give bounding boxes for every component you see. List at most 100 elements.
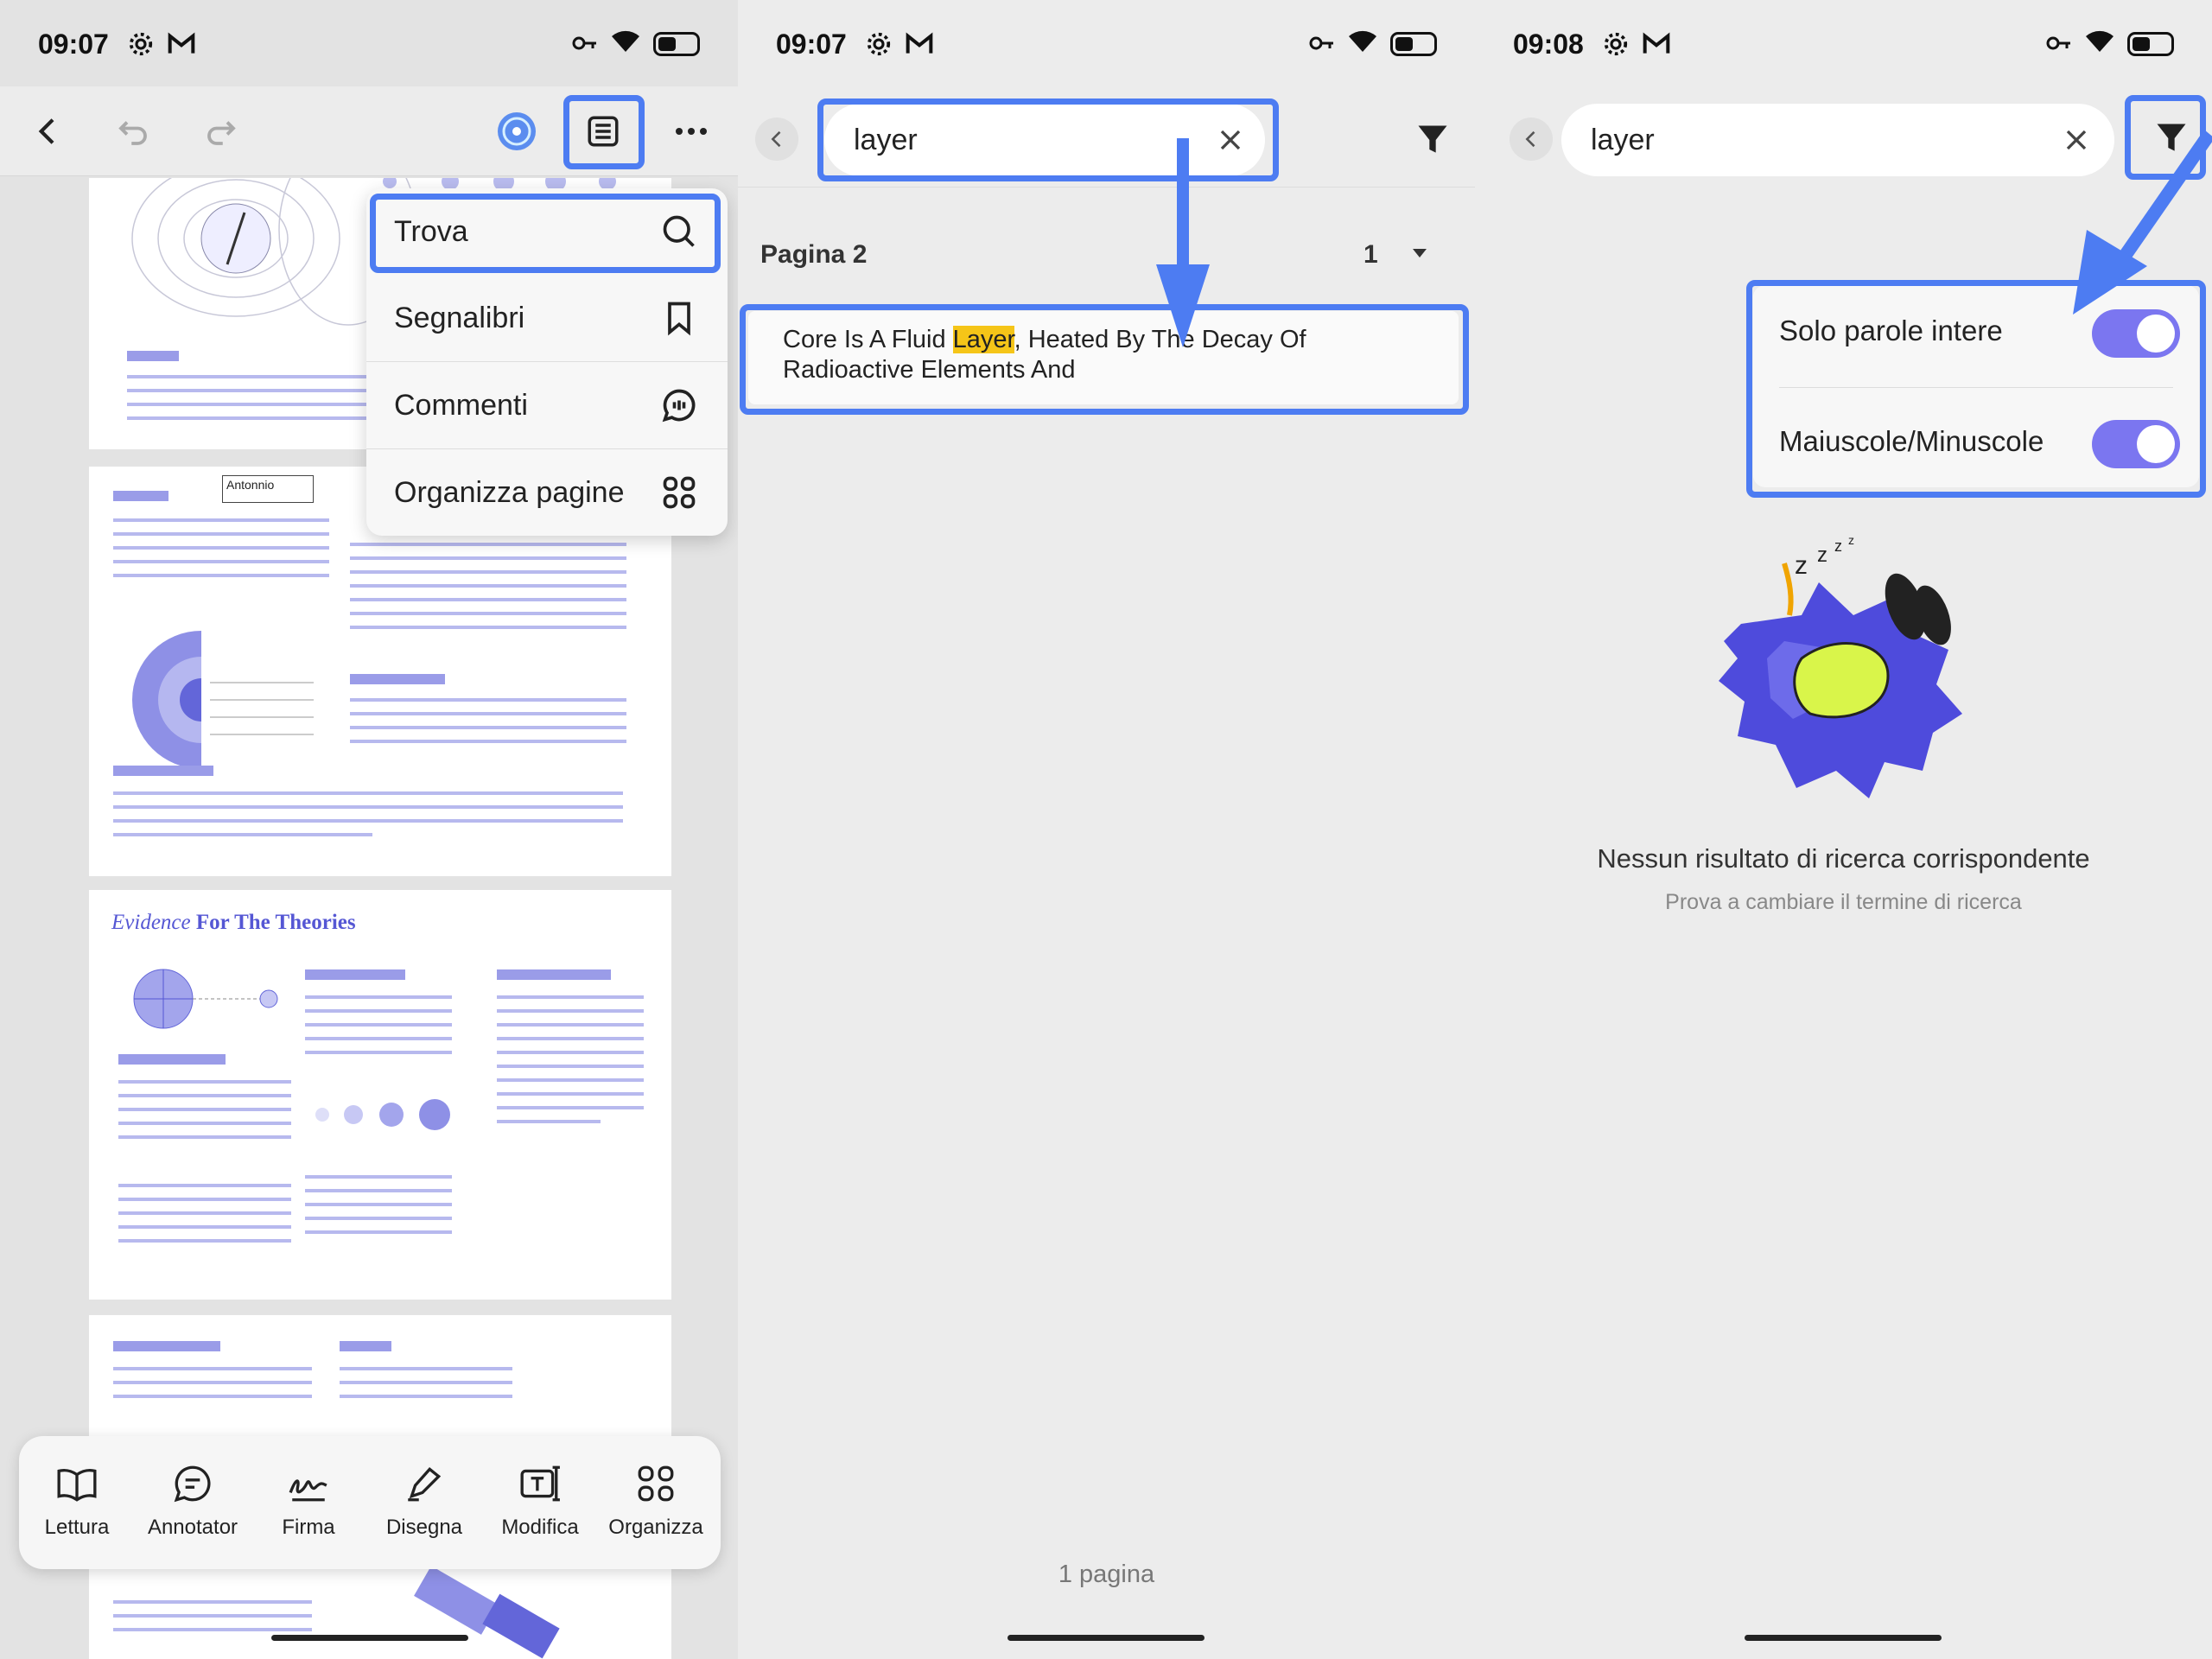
match-case-toggle[interactable] <box>2092 420 2180 468</box>
edit-text-icon <box>520 1465 560 1502</box>
svg-text:z: z <box>1848 533 1854 547</box>
page-count-footer: 1 pagina <box>1058 1560 1155 1588</box>
empty-state-title: Nessun risultato di ricerca corrisponden… <box>1597 843 2090 874</box>
tool-edit[interactable]: Modifica <box>482 1462 598 1540</box>
battery-icon <box>653 32 700 56</box>
annotate-icon <box>174 1465 211 1503</box>
search-filter-panel: 09:08 layer Solo parole intere Maiuscole… <box>1475 0 2212 1659</box>
filter-divider <box>1779 387 2173 388</box>
tool-annotator[interactable]: Annotator <box>135 1462 251 1540</box>
page-heading: Evidence For The Theories <box>111 911 356 935</box>
tool-label: Modifica <box>501 1516 579 1539</box>
status-time: 09:08 <box>1513 28 1584 60</box>
search-icon <box>663 215 695 247</box>
redo-button[interactable] <box>195 105 247 157</box>
svg-text:z: z <box>1817 543 1827 567</box>
settings-status-icon <box>128 31 154 57</box>
menu-item-comments[interactable]: Commenti <box>366 362 728 448</box>
document-viewer-panel: 09:07 Antonnio Evidence For The Theories… <box>0 0 738 1659</box>
search-results-panel: 09:07 layer Pagina 2 1 Core Is A Fluid L… <box>738 0 1475 1659</box>
home-indicator[interactable] <box>1007 1635 1205 1641</box>
planets-figure <box>315 1099 450 1130</box>
comment-icon <box>662 389 696 423</box>
status-bar: 09:08 <box>1513 24 2174 64</box>
home-indicator[interactable] <box>271 1635 468 1641</box>
status-bar: 09:07 <box>776 24 1437 64</box>
tool-label: Organizza <box>608 1516 703 1539</box>
outline-dropdown-menu: Trova Segnalibri Commenti Organizza pagi… <box>366 188 728 536</box>
header-divider <box>738 187 1475 188</box>
menu-item-label: Organizza pagine <box>394 475 625 509</box>
filter-label: Solo parole intere <box>1779 315 2003 346</box>
wifi-icon <box>1347 28 1378 60</box>
filter-label: Maiuscole/Minuscole <box>1779 425 2044 457</box>
filter-button[interactable] <box>1414 121 1452 163</box>
book-icon <box>57 1468 97 1502</box>
arrow-annotation <box>1156 138 1210 347</box>
tool-organize[interactable]: Organizza <box>598 1462 714 1540</box>
menu-item-organize-pages[interactable]: Organizza pagine <box>366 449 728 536</box>
tool-reading[interactable]: Lettura <box>19 1462 135 1540</box>
draw-icon <box>408 1467 442 1502</box>
text-annotation[interactable]: Antonnio <box>222 475 314 503</box>
tool-label: Annotator <box>147 1516 238 1539</box>
battery-icon <box>2127 32 2174 56</box>
svg-text:z: z <box>1834 537 1842 555</box>
tidal-forces-figure <box>133 969 278 1029</box>
undo-button[interactable] <box>107 105 159 157</box>
menu-item-label: Segnalibri <box>394 301 525 334</box>
document-toolbar <box>0 86 738 176</box>
menu-item-label: Trova <box>394 214 468 248</box>
grid-icon <box>663 476 696 509</box>
key-icon <box>1309 29 1335 60</box>
outline-menu-button[interactable] <box>577 105 629 157</box>
menu-item-bookmarks[interactable]: Segnalibri <box>366 275 728 361</box>
tool-draw[interactable]: Disegna <box>366 1462 482 1540</box>
search-query: layer <box>854 123 918 156</box>
search-input[interactable]: layer <box>1561 104 2114 176</box>
search-query: layer <box>1591 123 1655 156</box>
settings-status-icon <box>866 31 892 57</box>
wifi-icon <box>610 28 641 60</box>
home-indicator[interactable] <box>1745 1635 1942 1641</box>
result-text-before: Core Is A Fluid <box>783 326 953 353</box>
status-bar: 09:07 <box>38 24 700 64</box>
search-back-button[interactable] <box>755 118 798 161</box>
menu-item-find[interactable]: Trova <box>366 188 728 275</box>
tool-label: Lettura <box>44 1516 110 1539</box>
tool-signature[interactable]: Firma <box>251 1462 366 1540</box>
ai-assistant-button[interactable] <box>491 105 543 157</box>
result-match: Layer <box>952 326 1014 353</box>
gmail-status-icon <box>1643 32 1670 56</box>
tool-label: Firma <box>282 1516 335 1539</box>
wifi-icon <box>2084 28 2115 60</box>
result-count: 1 <box>1363 240 1378 269</box>
back-button[interactable] <box>22 105 74 157</box>
settings-status-icon <box>1603 31 1629 57</box>
bottom-toolbar: Lettura Annotator Firma Disegna Modifica… <box>19 1436 721 1569</box>
key-icon <box>572 29 598 60</box>
more-options-button[interactable] <box>665 105 717 157</box>
search-back-button[interactable] <box>1510 118 1553 161</box>
key-icon <box>2046 29 2072 60</box>
status-time: 09:07 <box>38 28 109 60</box>
signature-icon <box>289 1479 327 1502</box>
search-result-item[interactable]: Core Is A Fluid Layer, Heated By The Dec… <box>748 311 1459 404</box>
grid-icon <box>638 1465 674 1502</box>
page-thumbnail-3[interactable]: Evidence For The Theories <box>89 890 671 1300</box>
gmail-status-icon <box>168 32 195 56</box>
svg-text:z: z <box>1795 551 1808 580</box>
status-time: 09:07 <box>776 28 847 60</box>
battery-icon <box>1390 32 1437 56</box>
menu-item-label: Commenti <box>394 388 528 422</box>
collapse-chevron-icon[interactable] <box>1410 244 1429 267</box>
heading-bold: For The Theories <box>195 911 356 934</box>
tool-label: Disegna <box>385 1516 463 1539</box>
arrow-annotation <box>2073 130 2212 315</box>
filter-icon <box>1418 125 1447 153</box>
satellite-figure <box>414 1566 560 1659</box>
bookmark-icon <box>668 302 690 336</box>
result-page-label: Pagina 2 <box>760 240 868 269</box>
no-results-illustration: z z z z <box>1719 533 1962 798</box>
gmail-status-icon <box>906 32 933 56</box>
